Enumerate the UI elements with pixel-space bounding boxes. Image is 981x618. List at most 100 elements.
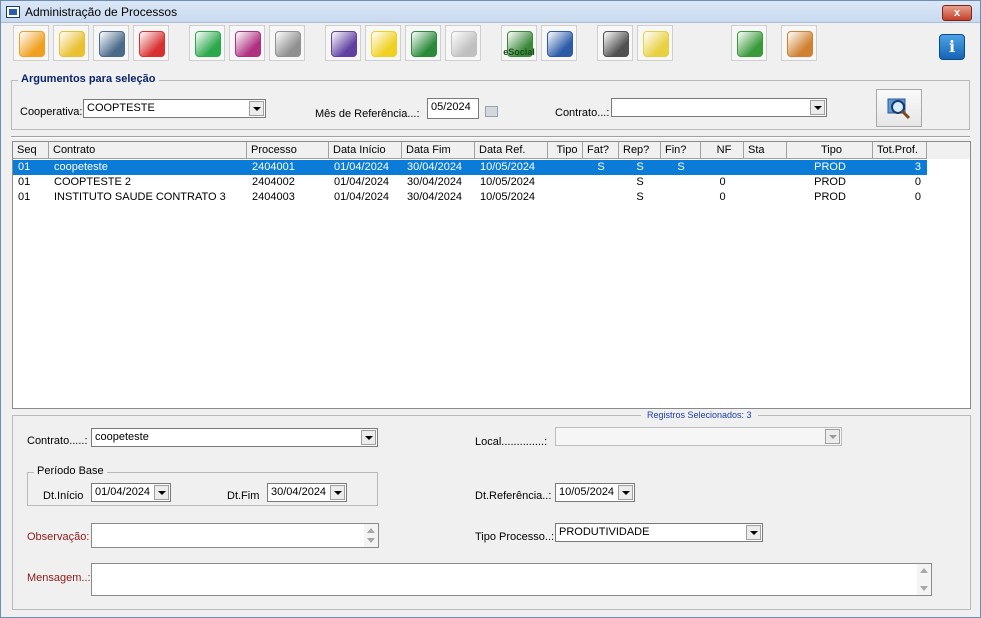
column-header[interactable]: Tipo xyxy=(787,142,873,159)
search-button[interactable] xyxy=(876,89,922,127)
cooperativa-select[interactable]: COOPTESTE xyxy=(83,99,266,118)
table-cell: S xyxy=(636,176,644,188)
column-header[interactable]: Tot.Prof. xyxy=(873,142,927,159)
table-cell: S xyxy=(677,161,685,173)
grid-header: Seq Contrato Processo Data Início Data Fim Da… xyxy=(13,142,970,159)
open-book-button[interactable] xyxy=(13,25,49,61)
column-header[interactable]: Rep? xyxy=(619,142,661,159)
chevron-down-icon[interactable] xyxy=(810,100,825,115)
registros-selecionados: Registros Selecionados: 3 xyxy=(641,410,758,420)
tipo-processo-select[interactable]: PRODUTIVIDADE xyxy=(555,523,763,542)
edit-document-button[interactable] xyxy=(781,25,817,61)
disk-arrow-icon xyxy=(737,31,763,57)
column-header[interactable]: Data Início xyxy=(329,142,402,159)
column-header[interactable]: Fat? xyxy=(583,142,619,159)
pen-paper-button[interactable] xyxy=(597,25,633,61)
tipo-processo-value: PRODUTIVIDADE xyxy=(559,526,650,538)
scroll-down-icon[interactable] xyxy=(367,538,375,543)
dt-inicio-picker[interactable]: 01/04/2024 xyxy=(91,483,171,502)
table-cell: 0 xyxy=(719,191,726,203)
gift-box-button[interactable] xyxy=(229,25,265,61)
pen-paper-icon xyxy=(603,31,629,57)
dt-referencia-value: 10/05/2024 xyxy=(559,486,615,498)
chevron-down-icon[interactable] xyxy=(249,101,264,116)
chevron-down-icon[interactable] xyxy=(330,485,345,500)
network-emblem-button[interactable] xyxy=(541,25,577,61)
contrato-filter-label: Contrato...: xyxy=(555,107,610,119)
column-header[interactable]: Contrato xyxy=(49,142,247,159)
check-document-button[interactable] xyxy=(405,25,441,61)
table-cell: 01/04/2024 xyxy=(334,176,390,188)
folder-arrow-button[interactable] xyxy=(53,25,89,61)
padlock-open-button[interactable] xyxy=(269,25,305,61)
scroll-up-icon[interactable] xyxy=(920,568,928,573)
chevron-down-icon[interactable] xyxy=(825,429,840,444)
table-cell: PROD xyxy=(814,176,846,188)
warning-button[interactable] xyxy=(365,25,401,61)
column-header[interactable]: Sta xyxy=(744,142,787,159)
table-cell: 01 xyxy=(18,191,31,203)
contrato-filter-select[interactable] xyxy=(611,98,827,117)
cooperativa-label: Cooperativa: xyxy=(20,106,83,118)
column-header[interactable]: NF xyxy=(701,142,744,159)
selection-legend: Argumentos para seleção xyxy=(18,73,159,85)
tipo-processo-label: Tipo Processo..: xyxy=(475,531,555,543)
column-header[interactable]: Data Ref. xyxy=(475,142,548,159)
column-header[interactable]: Fin? xyxy=(661,142,701,159)
scroll-down-icon[interactable] xyxy=(920,586,928,591)
table-cell: 0 xyxy=(719,176,726,188)
table-cell: 01/04/2024 xyxy=(334,161,390,173)
column-header[interactable]: Data Fim xyxy=(402,142,475,159)
table-row[interactable]: 01 coopeteste 2404001 01/04/2024 30/04/2024 1… xyxy=(13,160,927,175)
column-header[interactable]: Tipo xyxy=(548,142,583,159)
eraser-button[interactable] xyxy=(133,25,169,61)
mes-referencia-input[interactable]: 05/2024 xyxy=(427,98,479,119)
bar-chart-icon xyxy=(331,31,357,57)
warning-icon xyxy=(371,31,397,57)
mensagem-memo[interactable] xyxy=(91,563,932,596)
chevron-down-icon[interactable] xyxy=(618,485,633,500)
scroll-up-icon[interactable] xyxy=(367,528,375,533)
observacao-memo[interactable] xyxy=(91,523,379,548)
table-cell: 0 xyxy=(914,176,921,188)
folder-arrow-icon xyxy=(59,31,85,57)
calendar-button[interactable] xyxy=(485,106,498,117)
table-cell xyxy=(548,160,583,175)
globe-user-button[interactable] xyxy=(445,25,481,61)
esocial-button[interactable]: eSocial xyxy=(501,25,537,61)
table-row[interactable]: 01 COOPTESTE 2 2404002 01/04/2024 30/04/2024… xyxy=(13,175,927,190)
dt-fim-picker[interactable]: 30/04/2024 xyxy=(267,483,347,502)
money-bag-button[interactable] xyxy=(189,25,225,61)
table-cell xyxy=(701,160,744,175)
process-admin-window: Administração de Processos x i eSocial A… xyxy=(0,0,981,618)
column-header[interactable]: Processo xyxy=(247,142,329,159)
close-button[interactable]: x xyxy=(942,5,972,21)
chevron-down-icon[interactable] xyxy=(746,525,761,540)
table-cell: S xyxy=(636,191,644,203)
org-chart-button[interactable] xyxy=(637,25,673,61)
disk-arrow-button[interactable] xyxy=(731,25,767,61)
column-header[interactable]: Seq xyxy=(13,142,49,159)
table-cell xyxy=(583,175,619,190)
cooperativa-value: COOPTESTE xyxy=(87,102,155,114)
table-cell: 2404003 xyxy=(252,191,295,203)
table-cell xyxy=(548,175,583,190)
table-cell: 30/04/2024 xyxy=(407,176,463,188)
dt-referencia-picker[interactable]: 10/05/2024 xyxy=(555,483,635,502)
bar-chart-button[interactable] xyxy=(325,25,361,61)
recycle-bin-button[interactable] xyxy=(93,25,129,61)
table-row[interactable]: 01 INSTITUTO SAUDE CONTRATO 3 2404003 01/04… xyxy=(13,190,927,205)
check-document-icon xyxy=(411,31,437,57)
mes-referencia-value: 05/2024 xyxy=(431,101,471,113)
chevron-down-icon[interactable] xyxy=(154,485,169,500)
process-grid[interactable]: Seq Contrato Processo Data Início Data Fim Da… xyxy=(12,141,971,409)
local-select[interactable] xyxy=(555,427,842,446)
contrato-value: coopeteste xyxy=(95,431,149,443)
observacao-scrollbar[interactable] xyxy=(364,524,378,547)
mensagem-scrollbar[interactable] xyxy=(917,564,931,595)
gift-box-icon xyxy=(235,31,261,57)
info-button[interactable]: i xyxy=(939,34,965,60)
chevron-down-icon[interactable] xyxy=(361,430,376,445)
table-cell: INSTITUTO SAUDE CONTRATO 3 xyxy=(54,191,226,203)
contrato-select[interactable]: coopeteste xyxy=(91,428,378,447)
